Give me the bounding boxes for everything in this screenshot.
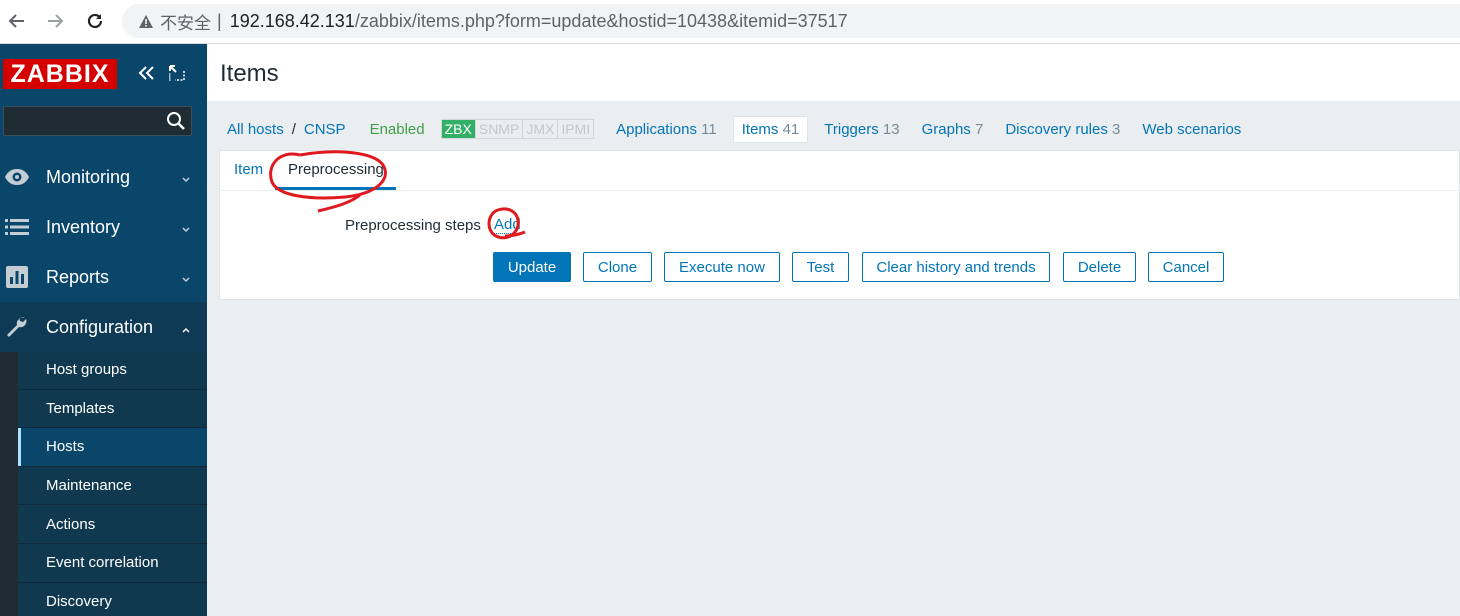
update-button[interactable]: Update — [493, 252, 571, 282]
security-warning-text: 不安全 — [160, 13, 211, 33]
url-host: 192.168.42.131 — [229, 10, 355, 31]
nav-tab-items-count: 41 — [782, 120, 800, 138]
page-header: Items — [207, 44, 1460, 101]
menu-inventory-label: Inventory — [46, 216, 121, 237]
reload-button[interactable] — [82, 8, 108, 34]
nav-tab-discovery-rules-count: 3 — [1112, 120, 1121, 138]
host-navigation: All hosts / CNSP Enabled ZBX SNMP JMX IP… — [219, 114, 1460, 144]
forward-button[interactable] — [42, 8, 68, 34]
submenu-templates[interactable]: Templates — [18, 389, 207, 429]
nav-tab-items[interactable]: Items 41 — [732, 115, 809, 143]
browser-toolbar: 不安全 | 192.168.42.131 /zabbix/items.php?f… — [0, 0, 1460, 44]
nav-tab-web-scenarios-label: Web scenarios — [1142, 120, 1242, 138]
availability-jmx: JMX — [522, 120, 557, 138]
nav-tab-discovery-rules-label: Discovery rules — [1005, 120, 1108, 138]
search-icon[interactable] — [165, 110, 187, 137]
arrow-right-icon — [48, 14, 64, 28]
availability-snmp: SNMP — [474, 120, 522, 138]
chevron-down-icon — [181, 219, 191, 240]
nav-tab-applications-count: 11 — [701, 120, 717, 138]
warning-triangle-icon — [139, 14, 153, 28]
availability-indicators: ZBX SNMP JMX IPMI — [440, 119, 595, 139]
zabbix-logo[interactable]: ZABBIX — [3, 59, 117, 89]
list-icon — [4, 215, 30, 239]
add-preprocessing-step-link[interactable]: Add — [494, 217, 521, 234]
execute-now-button[interactable]: Execute now — [664, 252, 780, 282]
collapse-sidebar-button[interactable] — [136, 62, 158, 84]
submenu-event-correlation[interactable]: Event correlation — [18, 543, 207, 583]
nav-tab-triggers[interactable]: Triggers 13 — [824, 121, 899, 138]
nav-tab-items-label: Items — [741, 120, 779, 138]
active-tab-indicator — [275, 187, 396, 190]
url-separator: | — [217, 10, 222, 31]
submenu-hosts[interactable]: Hosts — [18, 428, 207, 467]
menu-inventory[interactable]: Inventory — [0, 202, 207, 252]
submenu-maintenance[interactable]: Maintenance — [18, 466, 207, 506]
menu-reports-label: Reports — [46, 266, 110, 287]
main-content: Items All hosts / CNSP Enabled ZBX SNMP … — [207, 44, 1460, 616]
submenu-host-groups[interactable]: Host groups — [18, 351, 207, 390]
wrench-icon — [4, 315, 30, 339]
chevron-down-icon — [181, 169, 191, 190]
nav-tab-triggers-count: 13 — [882, 120, 900, 138]
chevron-up-icon — [181, 319, 191, 340]
kiosk-mode-button[interactable] — [166, 62, 188, 84]
host-status-enabled[interactable]: Enabled — [370, 121, 425, 138]
breadcrumb-separator: / — [291, 120, 296, 138]
tab-preprocessing[interactable]: Preprocessing — [288, 161, 384, 178]
security-warning[interactable]: 不安全 — [138, 9, 211, 34]
submenu-discovery[interactable]: Discovery — [18, 582, 207, 616]
nav-tab-triggers-label: Triggers — [824, 120, 879, 138]
form-tabs: Item Preprocessing — [220, 151, 1459, 191]
double-chevron-left-icon — [138, 66, 154, 80]
menu-monitoring-label: Monitoring — [46, 166, 131, 187]
url-path: /zabbix/items.php?form=update&hostid=104… — [354, 10, 848, 31]
tab-item[interactable]: Item — [234, 161, 263, 178]
sidebar: ZABBIX Monitoring Inventory Reports Conf… — [0, 44, 207, 616]
arrow-left-icon — [8, 14, 24, 28]
chevron-down-icon — [181, 269, 191, 290]
menu-configuration[interactable]: Configuration — [0, 302, 207, 352]
eye-icon — [4, 165, 30, 189]
submenu-actions[interactable]: Actions — [18, 505, 207, 544]
sidebar-search-input[interactable] — [3, 106, 192, 136]
item-form: Item Preprocessing Preprocessing steps A… — [219, 150, 1460, 300]
menu-configuration-label: Configuration — [46, 316, 154, 337]
page-title: Items — [220, 60, 279, 87]
preprocessing-steps-label: Preprocessing steps — [345, 217, 481, 234]
address-bar[interactable]: 不安全 | 192.168.42.131 /zabbix/items.php?f… — [122, 4, 1460, 38]
nav-tab-web-scenarios[interactable]: Web scenarios — [1142, 121, 1241, 138]
test-button[interactable]: Test — [792, 252, 849, 282]
nav-tab-graphs[interactable]: Graphs 7 — [922, 121, 984, 138]
back-button[interactable] — [4, 8, 30, 34]
nav-tab-graphs-count: 7 — [974, 120, 984, 138]
cancel-button[interactable]: Cancel — [1148, 252, 1224, 282]
breadcrumb-all-hosts[interactable]: All hosts — [227, 121, 284, 138]
expand-icon — [169, 65, 185, 81]
menu-monitoring[interactable]: Monitoring — [0, 152, 207, 202]
nav-tab-applications[interactable]: Applications 11 — [616, 121, 717, 138]
clone-button[interactable]: Clone — [583, 252, 652, 282]
menu-reports[interactable]: Reports — [0, 252, 207, 302]
delete-button[interactable]: Delete — [1063, 252, 1136, 282]
bar-chart-icon — [4, 265, 30, 289]
reload-icon — [87, 13, 103, 29]
nav-tab-applications-label: Applications — [616, 120, 697, 138]
configuration-submenu: Host groups Templates Hosts Maintenance … — [18, 351, 207, 616]
clear-history-button[interactable]: Clear history and trends — [862, 252, 1050, 282]
nav-tab-graphs-label: Graphs — [921, 120, 971, 138]
breadcrumb-host[interactable]: CNSP — [304, 121, 346, 138]
nav-tab-discovery-rules[interactable]: Discovery rules 3 — [1005, 121, 1120, 138]
availability-ipmi: IPMI — [557, 120, 593, 138]
availability-zbx: ZBX — [441, 120, 475, 138]
